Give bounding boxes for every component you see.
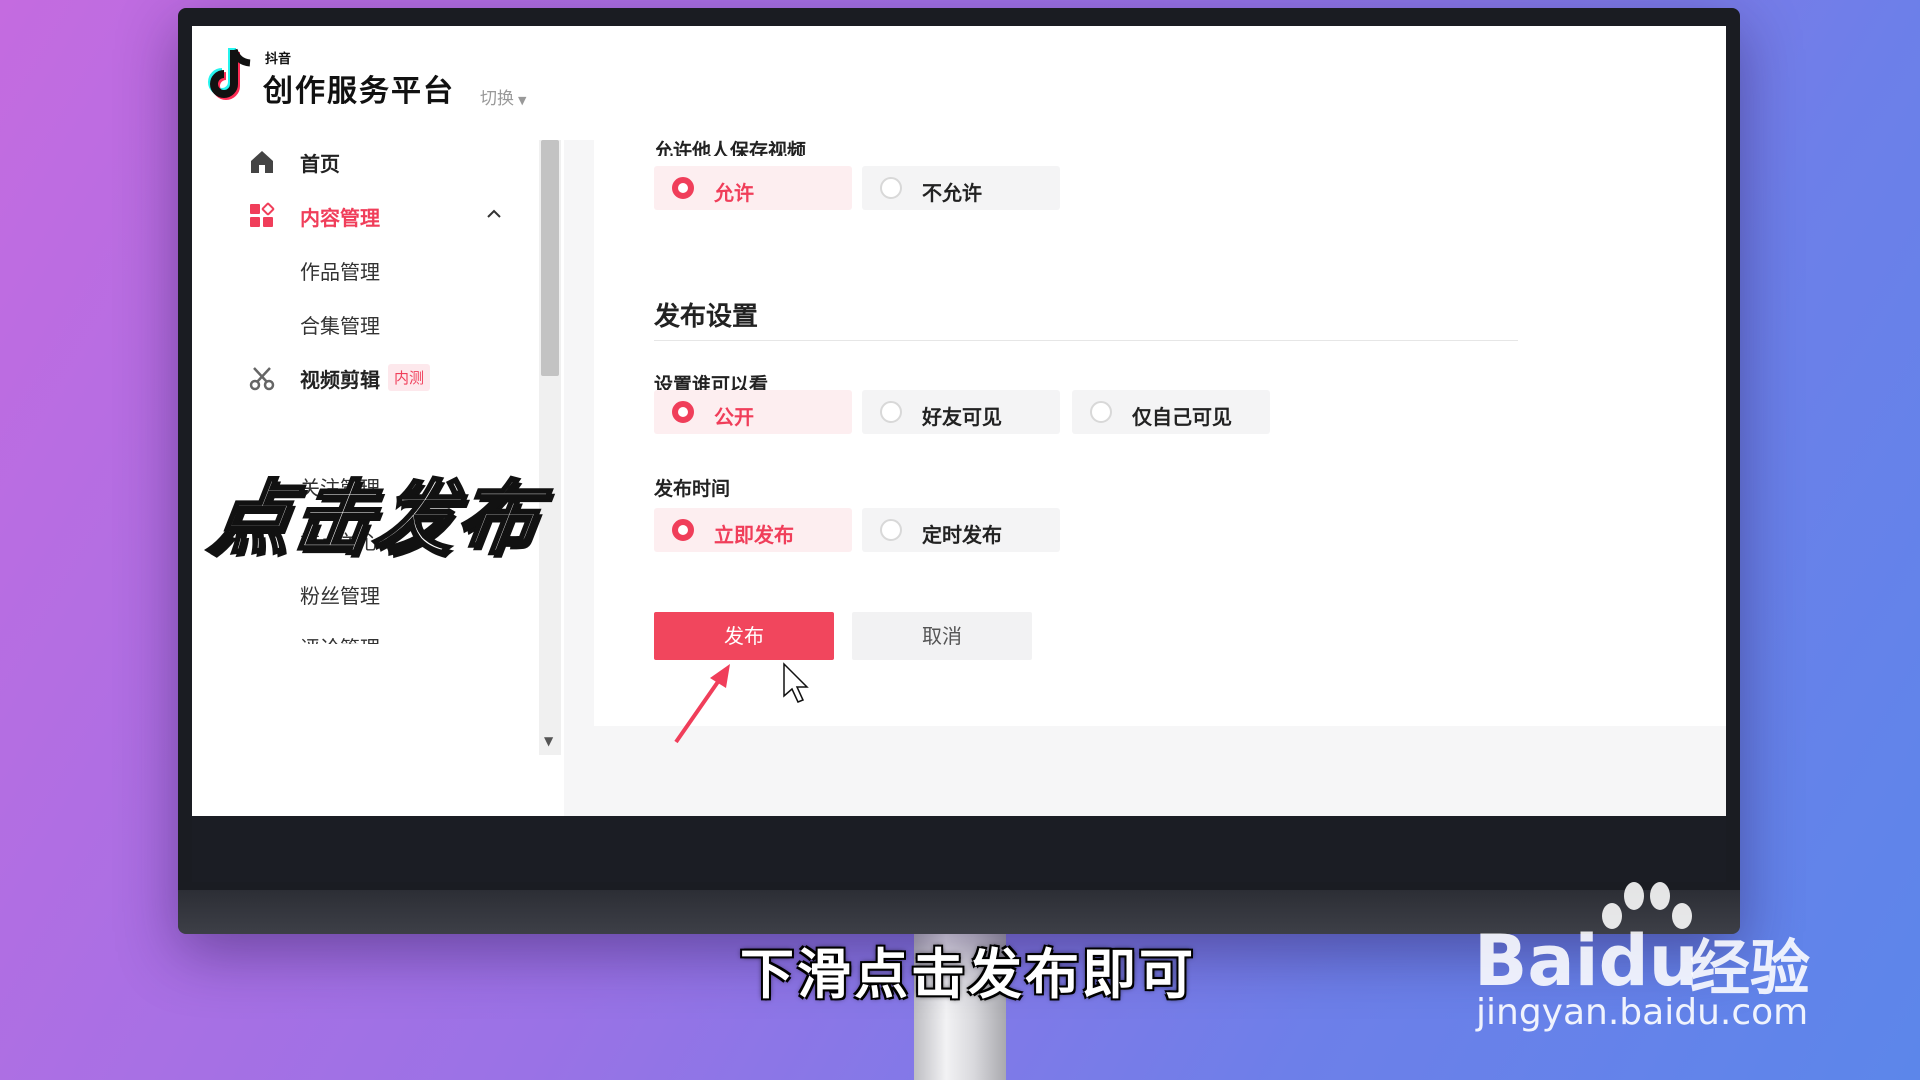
- radio-dot: [880, 401, 902, 423]
- watermark-brand: Baidu: [1474, 920, 1699, 1002]
- radio-dot: [1090, 401, 1112, 423]
- radio-private[interactable]: 仅自己可见: [1072, 390, 1270, 434]
- radio-allow-save[interactable]: 允许: [654, 166, 852, 210]
- radio-public[interactable]: 公开: [654, 390, 852, 434]
- radio-label: 允许: [714, 181, 754, 205]
- browser-screen: 抖音 创作服务平台 切换 ▼ 首页 内容管理 作品管理 合集管理 视频剪辑 内测…: [192, 26, 1726, 816]
- radio-dot: [672, 177, 694, 199]
- radio-dot: [880, 177, 902, 199]
- radio-friends-only[interactable]: 好友可见: [862, 390, 1060, 434]
- sidebar-item-label: 内容管理: [300, 206, 380, 230]
- sidebar-item-fans[interactable]: 粉丝管理: [192, 572, 522, 612]
- sidebar-item-works[interactable]: 作品管理: [192, 248, 522, 288]
- radio-label: 定时发布: [922, 523, 1002, 547]
- grid-icon: [250, 202, 275, 227]
- radio-label: 好友可见: [922, 405, 1002, 429]
- switch-dropdown[interactable]: 切换 ▼: [480, 84, 526, 109]
- screen-bottom-bar: [192, 816, 1726, 882]
- logo-title: 创作服务平台: [263, 74, 455, 109]
- sidebar-item-label: 粉丝管理: [300, 584, 380, 608]
- radio-label: 不允许: [922, 181, 982, 205]
- scissors-icon: [249, 367, 275, 391]
- chevron-up-icon: [487, 209, 501, 218]
- video-subtitle: 下滑点击发布即可: [740, 943, 1196, 1006]
- section-divider: [654, 340, 1518, 341]
- radio-dot: [672, 519, 694, 541]
- cancel-button[interactable]: 取消: [852, 612, 1032, 660]
- publish-button[interactable]: 发布: [654, 612, 834, 660]
- radio-publish-now[interactable]: 立即发布: [654, 508, 852, 552]
- douyin-logo-icon: [208, 48, 251, 100]
- sidebar-item-label: 合集管理: [300, 314, 380, 338]
- radio-label: 立即发布: [714, 523, 794, 547]
- radio-dot: [880, 519, 902, 541]
- sidebar-item-label: 评论管理: [300, 632, 380, 644]
- publish-time-label: 发布时间: [654, 478, 731, 500]
- sidebar-item-collections[interactable]: 合集管理: [192, 302, 522, 342]
- sidebar-item-video-edit[interactable]: 视频剪辑 内测: [192, 356, 522, 396]
- sidebar-item-label: 作品管理: [300, 260, 380, 284]
- overlay-caption: 点击发布: [203, 471, 547, 567]
- publish-settings-title: 发布设置: [654, 302, 759, 332]
- radio-label: 仅自己可见: [1132, 405, 1232, 429]
- scroll-down-arrow-icon[interactable]: ▼: [544, 734, 553, 748]
- sidebar-item-comments[interactable]: 评论管理: [192, 624, 522, 644]
- home-icon: [251, 151, 273, 173]
- sidebar-item-home[interactable]: 首页: [192, 140, 522, 180]
- logo-small-text: 抖音: [265, 52, 292, 67]
- sidebar-item-label: 视频剪辑: [300, 368, 380, 392]
- watermark-url: jingyan.baidu.com: [1476, 992, 1809, 1033]
- radio-disallow-save[interactable]: 不允许: [862, 166, 1060, 210]
- sidebar-item-content-management[interactable]: 内容管理: [192, 194, 522, 234]
- sidebar-item-label: 首页: [300, 152, 340, 176]
- sidebar-scrollbar-thumb[interactable]: [541, 140, 559, 376]
- caret-down-icon: ▼: [518, 94, 527, 107]
- sidebar: 首页 内容管理 作品管理 合集管理 视频剪辑 内测 关注管理 重点关心 粉丝管理: [192, 140, 540, 755]
- switch-label: 切换: [480, 89, 514, 109]
- save-video-label: 允许他人保存视频: [654, 140, 807, 156]
- radio-label: 公开: [714, 405, 754, 429]
- radio-dot: [672, 401, 694, 423]
- radio-scheduled-publish[interactable]: 定时发布: [862, 508, 1060, 552]
- top-header: 抖音 创作服务平台 切换 ▼: [192, 26, 1726, 140]
- beta-badge: 内测: [388, 364, 431, 391]
